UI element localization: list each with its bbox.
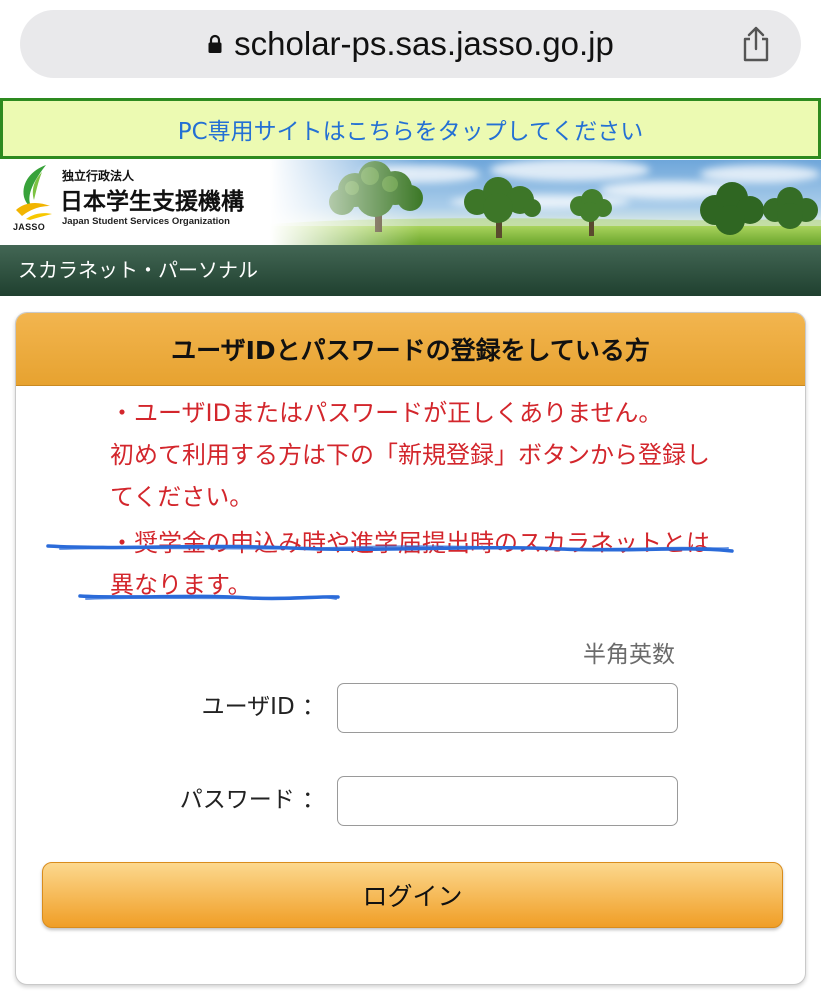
share-icon[interactable] bbox=[740, 26, 772, 62]
input-hint: 半角英数 bbox=[583, 642, 675, 668]
address-bar[interactable]: scholar-ps.sas.jasso.go.jp bbox=[20, 10, 801, 78]
login-button[interactable]: ログイン bbox=[42, 862, 783, 928]
login-card-title: ユーザIDとパスワードの登録をしている方 bbox=[171, 336, 650, 365]
error-line: 初めて利用する方は下の「新規登録」ボタンから登録し bbox=[110, 441, 710, 469]
service-title: スカラネット・パーソナル bbox=[18, 258, 258, 282]
user-id-label: ユーザID ： bbox=[201, 694, 325, 720]
error-messages: ・ユーザIDまたはパスワードが正しくありません。 初めて利用する方は下の「新規登… bbox=[110, 392, 790, 606]
login-card: ユーザIDとパスワードの登録をしている方 ・ユーザIDまたはパスワードが正しくあ… bbox=[15, 312, 806, 985]
password-label: パスワード ： bbox=[179, 787, 325, 813]
jasso-logo[interactable] bbox=[12, 164, 56, 220]
org-name: 日本学生支援機構 bbox=[60, 189, 244, 215]
user-id-input[interactable] bbox=[337, 683, 678, 733]
error-line: ・ユーザIDまたはパスワードが正しくありません。 bbox=[110, 399, 663, 427]
login-card-header: ユーザIDとパスワードの登録をしている方 bbox=[16, 313, 805, 386]
org-type: 独立行政法人 bbox=[62, 169, 135, 183]
error-message: ・奨学金の申込み時や進学届提出時のスカラネットとは 異なります。 bbox=[110, 522, 790, 606]
lock-icon bbox=[208, 34, 222, 53]
error-line: ・奨学金の申込み時や進学届提出時のスカラネットとは bbox=[110, 529, 710, 557]
logo-wordmark: JASSO bbox=[13, 222, 46, 232]
site-header: JASSO 独立行政法人 日本学生支援機構 Japan Student Serv… bbox=[0, 160, 821, 245]
address-bar-content: scholar-ps.sas.jasso.go.jp bbox=[20, 10, 801, 78]
url-text[interactable]: scholar-ps.sas.jasso.go.jp bbox=[234, 25, 614, 63]
nav-bar: スカラネット・パーソナル bbox=[0, 245, 821, 296]
error-line: 異なります。 bbox=[110, 571, 252, 599]
password-input[interactable] bbox=[337, 776, 678, 826]
pc-site-banner[interactable]: PC専用サイトはこちらをタップしてください bbox=[0, 98, 821, 159]
error-message: ・ユーザIDまたはパスワードが正しくありません。 初めて利用する方は下の「新規登… bbox=[110, 392, 790, 518]
org-name-english: Japan Student Services Organization bbox=[62, 216, 230, 227]
pc-site-link[interactable]: PC専用サイトはこちらをタップしてください bbox=[178, 112, 644, 146]
header-landscape-image bbox=[270, 160, 821, 245]
error-line: てください。 bbox=[110, 483, 254, 511]
